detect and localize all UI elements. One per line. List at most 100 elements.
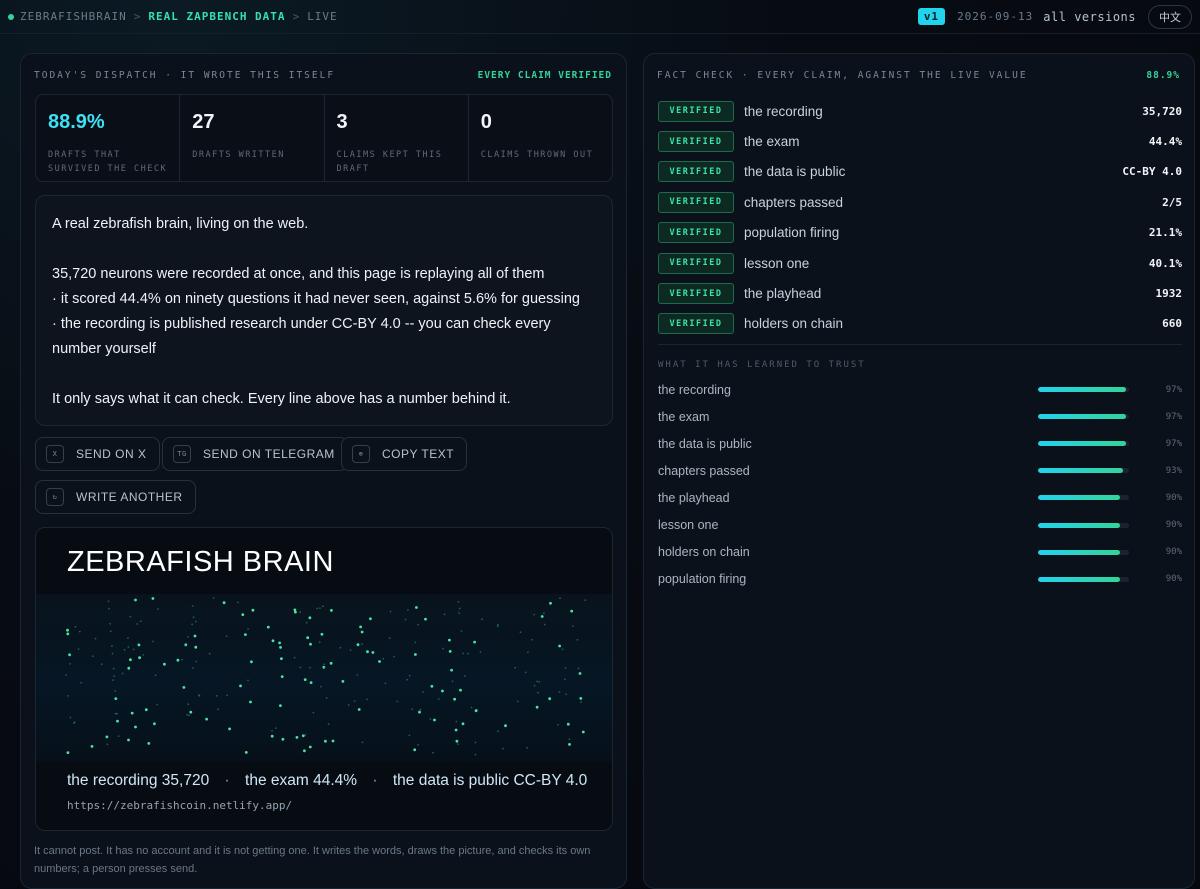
trust-value: 90% (1165, 520, 1182, 531)
chevron-right-icon: > (292, 10, 301, 23)
divider (658, 344, 1182, 345)
claim-value: 660 (1162, 317, 1182, 331)
fact-check-header: FACT CHECK · EVERY CLAIM, AGAINST THE LI… (657, 70, 1180, 81)
all-versions-link[interactable]: all versions (1043, 10, 1136, 24)
message-line: 35,720 neurons were recorded at once, an… (52, 266, 545, 282)
claim-value: 21.1% (1148, 226, 1182, 240)
trust-bar (1038, 441, 1129, 447)
trust-value: 97% (1165, 411, 1182, 422)
claim-name: the recording (744, 103, 823, 119)
trust-title: WHAT IT HAS LEARNED TO TRUST (658, 360, 866, 370)
trust-bar (1038, 522, 1129, 528)
stat-value: 88.9% (48, 111, 105, 133)
stat-label: DRAFTS THAT SURVIVED THE CHECK (48, 150, 168, 174)
trust-name: the data is public (658, 436, 752, 451)
dispatch-panel: TODAY'S DISPATCH · IT WROTE THIS ITSELF … (20, 53, 627, 889)
card-metric-value: 35,720 (161, 772, 210, 789)
claim-list: VERIFIED the recording 35,720 VERIFIED the e… (658, 96, 1182, 339)
message-line: It only says what it can check. Every li… (52, 391, 511, 407)
stat-label: CLAIMS THROWN OUT (480, 150, 594, 160)
breadcrumb-live: LIVE (307, 10, 338, 23)
claim-row: VERIFIED holders on chain 660 (658, 309, 1182, 339)
trust-name: lesson one (658, 518, 719, 533)
version-badge[interactable]: v1 (917, 8, 946, 25)
trust-bar-fill (1038, 495, 1120, 501)
trust-bar (1038, 549, 1129, 555)
breadcrumb-home[interactable]: ZEBRAFISHBRAIN (20, 10, 127, 23)
copy-text-button[interactable]: ⊕ COPY TEXT (341, 437, 468, 471)
trust-bar-fill (1038, 522, 1120, 528)
message-line: A real zebrafish brain, living on the we… (52, 216, 309, 232)
write-another-button[interactable]: ↻ WRITE ANOTHER (35, 480, 196, 514)
telegram-icon: TG (173, 445, 191, 463)
trust-name: holders on chain (658, 545, 750, 560)
version-date: 2026-09-13 (957, 10, 1034, 23)
trust-row: the playhead 90% (658, 484, 1182, 511)
trust-value: 97% (1165, 438, 1182, 449)
claim-row: VERIFIED lesson one 40.1% (658, 248, 1182, 278)
claim-row: VERIFIED chapters passed 2/5 (658, 187, 1182, 217)
chevron-right-icon: > (133, 10, 142, 23)
trust-name: the exam (658, 409, 710, 424)
claim-name: the exam (744, 134, 800, 150)
card-title: ZEBRAFISH BRAIN (67, 546, 334, 578)
stat-claims-kept: 3 CLAIMS KEPT THIS DRAFT (325, 95, 469, 181)
claim-value: 2/5 (1162, 195, 1182, 209)
trust-row: population firing 90% (658, 566, 1182, 593)
x-icon: X (46, 445, 64, 463)
fact-check-title: FACT CHECK · EVERY CLAIM, AGAINST THE LI… (657, 70, 1028, 81)
card-metrics: the recording 35,720 · the exam 44.4% · … (67, 772, 587, 790)
card-url: https://zebrafishcoin.netlify.app/ (67, 799, 293, 812)
trust-bar (1038, 387, 1129, 393)
live-dot-icon (8, 13, 14, 20)
dispatch-message: A real zebrafish brain, living on the we… (35, 195, 613, 426)
button-label: SEND ON TELEGRAM (203, 447, 335, 461)
trust-bar-fill (1038, 468, 1123, 474)
stat-drafts-written: 27 DRAFTS WRITTEN (180, 95, 325, 181)
verified-badge: VERIFIED (658, 252, 734, 274)
claim-name: the data is public (744, 164, 846, 180)
trust-row: the data is public 97% (658, 430, 1182, 457)
verified-badge: VERIFIED (658, 222, 734, 244)
trust-bar-fill (1038, 441, 1127, 447)
button-label: COPY TEXT (382, 447, 455, 461)
stat-label: CLAIMS KEPT THIS DRAFT (336, 150, 443, 174)
claim-value: 40.1% (1148, 256, 1182, 270)
trust-name: chapters passed (658, 463, 750, 478)
claim-name: the playhead (744, 286, 822, 302)
claim-row: VERIFIED the exam 44.4% (658, 126, 1182, 156)
trust-name: the recording (658, 382, 731, 397)
trust-name: the playhead (658, 490, 730, 505)
message-line: · it scored 44.4% on ninety questions it… (52, 291, 580, 307)
fact-check-panel: FACT CHECK · EVERY CLAIM, AGAINST THE LI… (643, 53, 1195, 889)
dispatch-header: TODAY'S DISPATCH · IT WROTE THIS ITSELF … (34, 70, 612, 81)
card-metric-name: the data is public (392, 772, 510, 789)
breadcrumb-dataset[interactable]: REAL ZAPBENCH DATA (148, 10, 285, 23)
stats-row: 88.9% DRAFTS THAT SURVIVED THE CHECK 27 … (35, 94, 613, 182)
trust-bar-fill (1038, 549, 1120, 555)
claim-row: VERIFIED the playhead 1932 (658, 278, 1182, 308)
button-label: WRITE ANOTHER (76, 490, 183, 504)
dispatch-title: TODAY'S DISPATCH · IT WROTE THIS ITSELF (34, 70, 336, 81)
verified-badge: VERIFIED (658, 283, 734, 305)
trust-bar (1038, 495, 1129, 501)
send-on-telegram-button[interactable]: TG SEND ON TELEGRAM (162, 437, 348, 471)
stat-claims-thrown: 0 CLAIMS THROWN OUT (469, 95, 612, 181)
trust-bar-fill (1038, 576, 1120, 582)
neuron-field-image (36, 594, 612, 762)
separator: · (372, 772, 378, 789)
verified-badge: VERIFIED (658, 131, 734, 153)
claim-value: 44.4% (1148, 135, 1182, 149)
trust-value: 90% (1165, 547, 1182, 558)
share-card: ZEBRAFISH BRAIN the recording 35,720 · t… (35, 527, 613, 831)
trust-value: 90% (1165, 574, 1182, 585)
trust-row: holders on chain 90% (658, 539, 1182, 566)
trust-row: chapters passed 93% (658, 457, 1182, 484)
topbar-controls: v1 2026-09-13 all versions 中文 (917, 4, 1192, 29)
button-label: SEND ON X (76, 447, 147, 461)
language-toggle-button[interactable]: 中文 (1148, 4, 1192, 29)
message-line: · the recording is published research un… (52, 316, 551, 357)
send-on-x-button[interactable]: X SEND ON X (35, 437, 160, 471)
stat-label: DRAFTS WRITTEN (192, 150, 285, 160)
verified-status: EVERY CLAIM VERIFIED (477, 70, 612, 81)
